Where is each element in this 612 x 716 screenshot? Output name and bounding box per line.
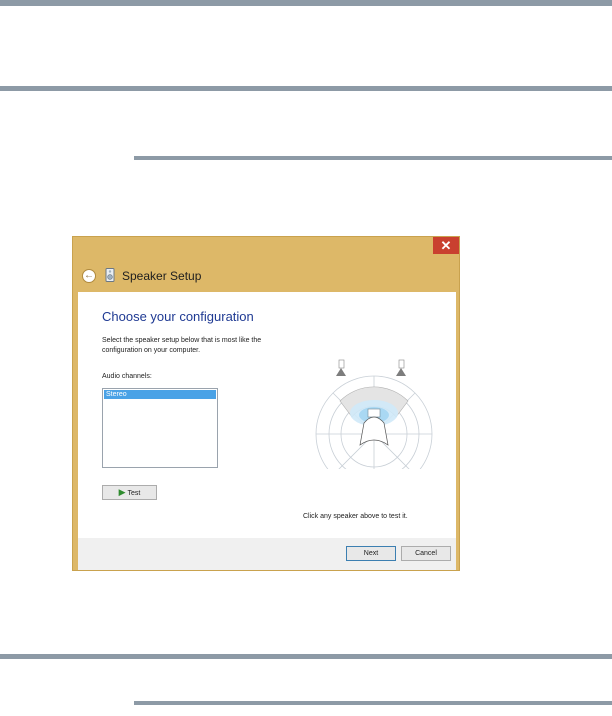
page-rule-2: [0, 86, 612, 91]
back-button[interactable]: ←: [82, 269, 96, 283]
window-title: Speaker Setup: [122, 269, 202, 283]
speaker-diagram: [315, 359, 433, 469]
page-rule-top: [0, 0, 612, 6]
test-button[interactable]: ▶ Test: [102, 485, 157, 500]
test-button-label: Test: [127, 490, 141, 497]
close-button[interactable]: ✕: [433, 237, 459, 254]
left-speaker[interactable]: [336, 359, 346, 376]
speaker-setup-window: ✕ ← Speaker Setup Choose your configurat…: [72, 236, 460, 571]
footer-bar: Next Cancel: [78, 538, 456, 570]
cancel-button[interactable]: Cancel: [401, 546, 451, 561]
play-icon: ▶: [118, 487, 126, 497]
page-heading: Choose your configuration: [102, 309, 254, 324]
next-button[interactable]: Next: [346, 546, 396, 561]
page-rule-5: [134, 701, 612, 705]
right-speaker[interactable]: [396, 359, 406, 376]
audio-channels-list[interactable]: Stereo: [102, 388, 218, 468]
speaker-icon: [105, 268, 115, 282]
hint-text: Click any speaker above to test it.: [303, 513, 408, 520]
page-rule-3: [134, 156, 612, 160]
list-item-stereo[interactable]: Stereo: [104, 390, 216, 399]
content-panel: Choose your configuration Select the spe…: [78, 292, 456, 538]
audio-channels-label: Audio channels:: [102, 373, 152, 380]
page-rule-4: [0, 654, 612, 659]
description-text: Select the speaker setup below that is m…: [102, 337, 262, 354]
